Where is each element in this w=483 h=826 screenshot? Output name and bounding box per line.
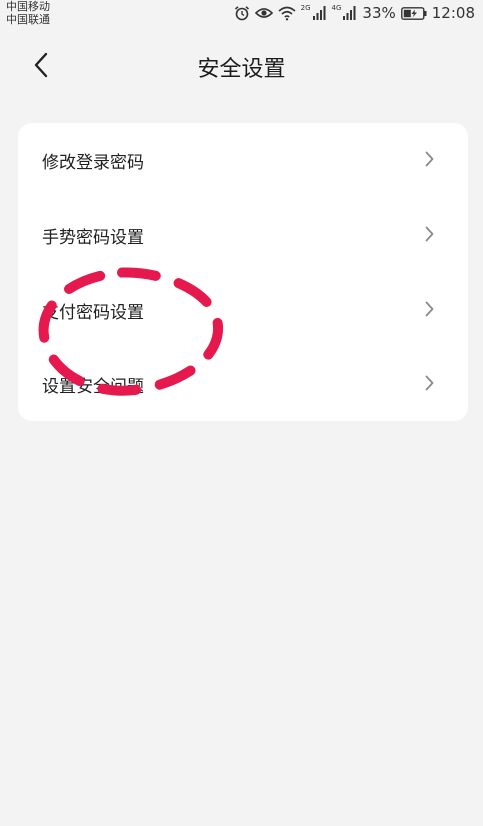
battery-icon	[400, 6, 427, 20]
settings-item-security-question[interactable]: 设置安全问题	[18, 347, 468, 421]
network-type-2g: 2G	[300, 4, 311, 12]
settings-item-label: 设置安全问题	[42, 377, 144, 397]
settings-item-label: 修改登录密码	[42, 153, 144, 173]
eye-icon	[254, 6, 273, 20]
alarm-icon	[234, 5, 250, 21]
settings-item-label: 支付密码设置	[42, 303, 144, 323]
signal-icon	[343, 6, 357, 20]
status-icons: 2G 4G 33% 12:08	[234, 3, 475, 23]
settings-item-change-login-password[interactable]: 修改登录密码	[18, 123, 468, 197]
carrier-1: 中国移动	[6, 0, 50, 13]
settings-item-label: 手势密码设置	[42, 228, 144, 248]
page-title: 安全设置	[197, 57, 286, 82]
chevron-right-icon	[425, 151, 434, 171]
settings-item-gesture-password[interactable]: 手势密码设置	[18, 198, 468, 272]
carrier-info: 中国移动 中国联通	[6, 0, 50, 26]
carrier-2: 中国联通	[6, 13, 50, 26]
header-bar: 安全设置	[0, 38, 483, 96]
wifi-icon	[278, 6, 296, 21]
network-type-4g: 4G	[331, 4, 342, 12]
settings-card: 修改登录密码 手势密码设置 支付密码设置 设置安全问题	[18, 123, 468, 421]
status-bar: 中国移动 中国联通 2G 4G 33% 12:08	[0, 0, 483, 30]
settings-item-payment-password[interactable]: 支付密码设置	[18, 273, 468, 347]
battery-percent: 33%	[362, 4, 396, 22]
signal-icon	[312, 6, 327, 20]
chevron-right-icon	[425, 301, 434, 321]
chevron-right-icon	[425, 375, 434, 395]
chevron-right-icon	[425, 226, 434, 246]
clock-time: 12:08	[431, 4, 475, 22]
